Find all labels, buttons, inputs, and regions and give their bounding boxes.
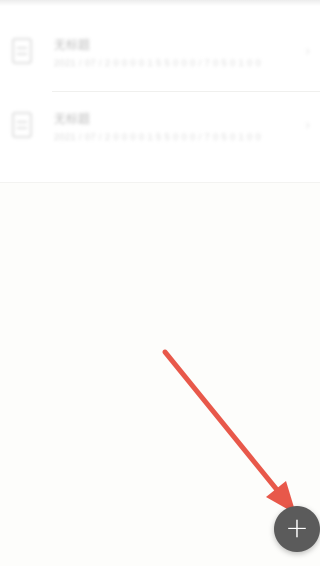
item-title: 无标题 xyxy=(54,38,91,52)
item-title: 无标题 xyxy=(54,112,91,126)
chevron-right-icon: › xyxy=(305,42,310,58)
document-icon xyxy=(12,112,32,138)
top-shadow xyxy=(0,0,320,6)
list-item[interactable]: 无标题 2021 / 07 / 2 0 0 0 0 1 5 5 0 0 0 / … xyxy=(0,18,320,90)
plus-icon: + xyxy=(285,511,309,544)
arrow-shaft xyxy=(162,349,285,499)
document-list: 无标题 2021 / 07 / 2 0 0 0 0 1 5 5 0 0 0 / … xyxy=(0,0,320,183)
item-subtitle: 2021 / 07 / 2 0 0 0 0 1 5 5 0 0 0 / 7 0 … xyxy=(54,58,262,68)
document-icon xyxy=(12,38,32,64)
chevron-right-icon: › xyxy=(305,116,310,132)
item-subtitle: 2021 / 07 / 2 0 0 0 0 1 5 5 0 0 0 / 7 0 … xyxy=(54,132,262,142)
list-item[interactable]: 无标题 2021 / 07 / 2 0 0 0 0 1 5 5 0 0 0 / … xyxy=(0,92,320,164)
add-button[interactable]: + xyxy=(274,506,320,552)
